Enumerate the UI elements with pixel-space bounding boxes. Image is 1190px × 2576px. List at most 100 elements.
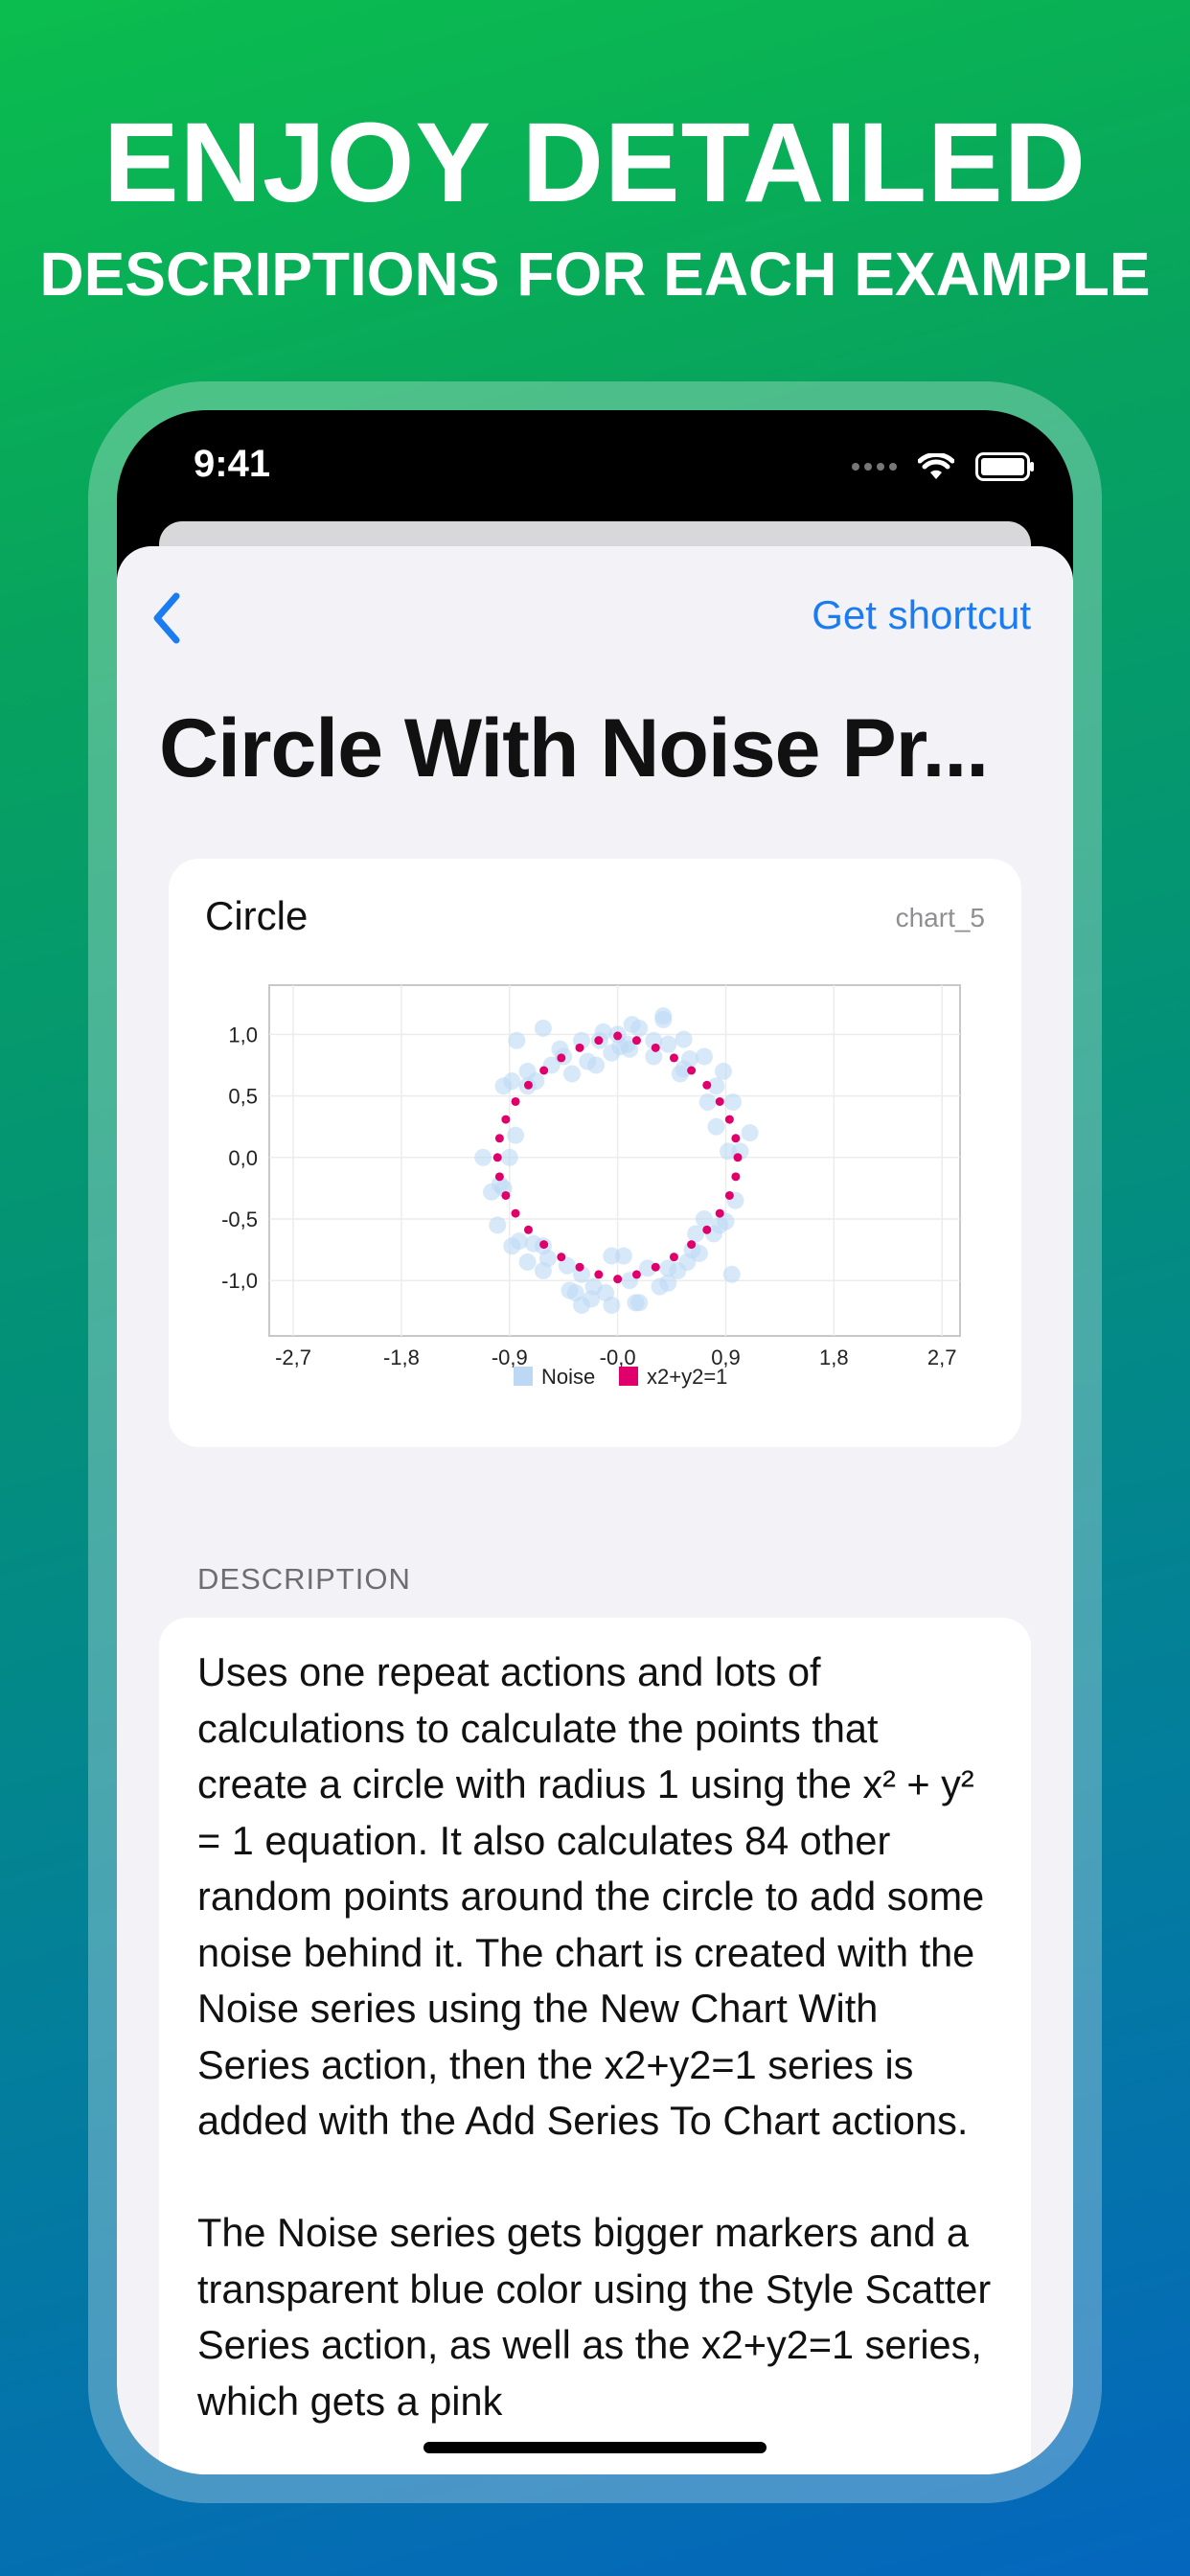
noise-point	[630, 1294, 649, 1312]
noise-point	[518, 1253, 537, 1271]
noise-point	[489, 1216, 507, 1234]
chart-card: Circle chart_5 -2,7 -1,8 -0,9 -0,0 0,9 1,8 2,7…	[169, 859, 1021, 1447]
noise-point	[722, 1265, 741, 1283]
circle-point	[631, 1036, 641, 1046]
promo-subtitle: DESCRIPTIONS FOR EACH EXAMPLE	[39, 240, 1151, 309]
x-tick-label: -0,0	[600, 1346, 636, 1369]
circle-point	[724, 1115, 734, 1124]
y-tick-label: -1,0	[221, 1269, 258, 1293]
circle-point	[669, 1253, 678, 1262]
noise-point	[707, 1117, 725, 1136]
noise-point	[603, 1044, 621, 1062]
noise-point	[573, 1296, 591, 1314]
noise-point	[695, 1210, 713, 1228]
chart-card-title: Circle	[205, 893, 309, 938]
noise-point	[659, 1259, 677, 1277]
noise-point	[508, 1031, 526, 1049]
y-tick-label: 0,0	[228, 1146, 258, 1170]
circle-point	[702, 1080, 712, 1090]
noise-point	[675, 1030, 693, 1048]
noise-point	[724, 1093, 743, 1111]
y-tick-label: -0,5	[221, 1208, 258, 1231]
circle-point	[501, 1190, 511, 1200]
y-tick-label: 1,0	[228, 1023, 258, 1046]
noise-point	[711, 1216, 729, 1234]
x-tick-label: -2,7	[275, 1346, 311, 1369]
scatter-chart: -2,7 -1,8 -0,9 -0,0 0,9 1,8 2,71,00,50,0-0,5-1…	[221, 984, 961, 1389]
circle-point	[631, 1270, 641, 1279]
circle-point	[539, 1066, 549, 1075]
circle-point	[523, 1225, 533, 1234]
noise-point	[500, 1148, 518, 1166]
circle-point	[575, 1262, 584, 1272]
status-time: 9:41	[194, 443, 271, 485]
battery-icon	[975, 452, 1034, 481]
noise-point	[695, 1047, 713, 1066]
noise-point	[654, 1007, 673, 1025]
circle-point	[687, 1240, 697, 1250]
noise-point	[687, 1225, 705, 1243]
cellular-signal-icon	[852, 463, 897, 471]
get-shortcut-button[interactable]: Get shortcut	[812, 592, 1031, 638]
circle-point	[523, 1080, 533, 1090]
circle-point	[539, 1240, 549, 1250]
noise-point	[474, 1148, 492, 1166]
page-title: Circle With Noise Pr...	[159, 702, 989, 794]
circle-point	[494, 1134, 504, 1143]
noise-point	[659, 1274, 677, 1292]
noise-point	[597, 1284, 615, 1302]
circle-point	[613, 1031, 623, 1041]
circle-point	[557, 1053, 566, 1063]
circle-point	[715, 1208, 724, 1218]
circle-point	[687, 1066, 697, 1075]
circle-point	[575, 1043, 584, 1052]
noise-point	[671, 1065, 689, 1083]
noise-point	[603, 1247, 621, 1265]
circle-point	[733, 1153, 743, 1162]
chart-id-label: chart_5	[895, 903, 985, 932]
circle-point	[501, 1115, 511, 1124]
x-tick-label: 1,8	[819, 1346, 849, 1369]
circle-point	[594, 1036, 604, 1046]
noise-point	[503, 1237, 521, 1255]
circle-point	[613, 1275, 623, 1284]
x-tick-label: -1,8	[383, 1346, 420, 1369]
circle-point	[715, 1096, 724, 1106]
description-paragraph: The Noise series gets bigger markers and…	[197, 2210, 992, 2424]
circle-point	[492, 1153, 502, 1162]
description-paragraph: Uses one repeat actions and lots of calc…	[197, 1649, 985, 2143]
legend-label-noise: Noise	[541, 1365, 595, 1389]
noise-point	[741, 1124, 759, 1142]
chevron-left-icon[interactable]	[138, 585, 195, 652]
circle-point	[731, 1134, 741, 1143]
legend-swatch-noise	[514, 1367, 533, 1386]
circle-point	[724, 1190, 734, 1200]
circle-point	[557, 1253, 566, 1262]
legend-swatch-circle	[619, 1367, 638, 1386]
circle-point	[669, 1053, 678, 1063]
x-tick-label: -0,9	[492, 1346, 528, 1369]
noise-point	[623, 1016, 641, 1034]
noise-point	[698, 1093, 717, 1111]
description-section-label: DESCRIPTION	[197, 1562, 411, 1596]
noise-point	[507, 1126, 525, 1144]
noise-point	[659, 1035, 677, 1053]
phone-screen: 9:41 Get shortcut Circle With Noise Pr..…	[117, 410, 1073, 2474]
circle-point	[651, 1043, 660, 1052]
circle-point	[731, 1172, 741, 1182]
noise-point	[534, 1019, 552, 1037]
home-indicator	[423, 2442, 767, 2453]
circle-point	[594, 1270, 604, 1279]
description-card: Uses one repeat actions and lots of calc…	[159, 1618, 1031, 2474]
circle-point	[511, 1096, 520, 1106]
circle-point	[511, 1208, 520, 1218]
y-tick-label: 0,5	[228, 1085, 258, 1109]
noise-point	[503, 1072, 521, 1091]
promo-title: ENJOY DETAILED	[103, 100, 1087, 226]
circle-point	[702, 1225, 712, 1234]
circle-point	[494, 1172, 504, 1182]
detail-sheet: Get shortcut Circle With Noise Pr... Cir…	[117, 546, 1073, 2474]
x-tick-label: 2,7	[927, 1346, 957, 1369]
description-text: Uses one repeat actions and lots of calc…	[197, 1644, 998, 2474]
noise-point	[562, 1065, 581, 1083]
